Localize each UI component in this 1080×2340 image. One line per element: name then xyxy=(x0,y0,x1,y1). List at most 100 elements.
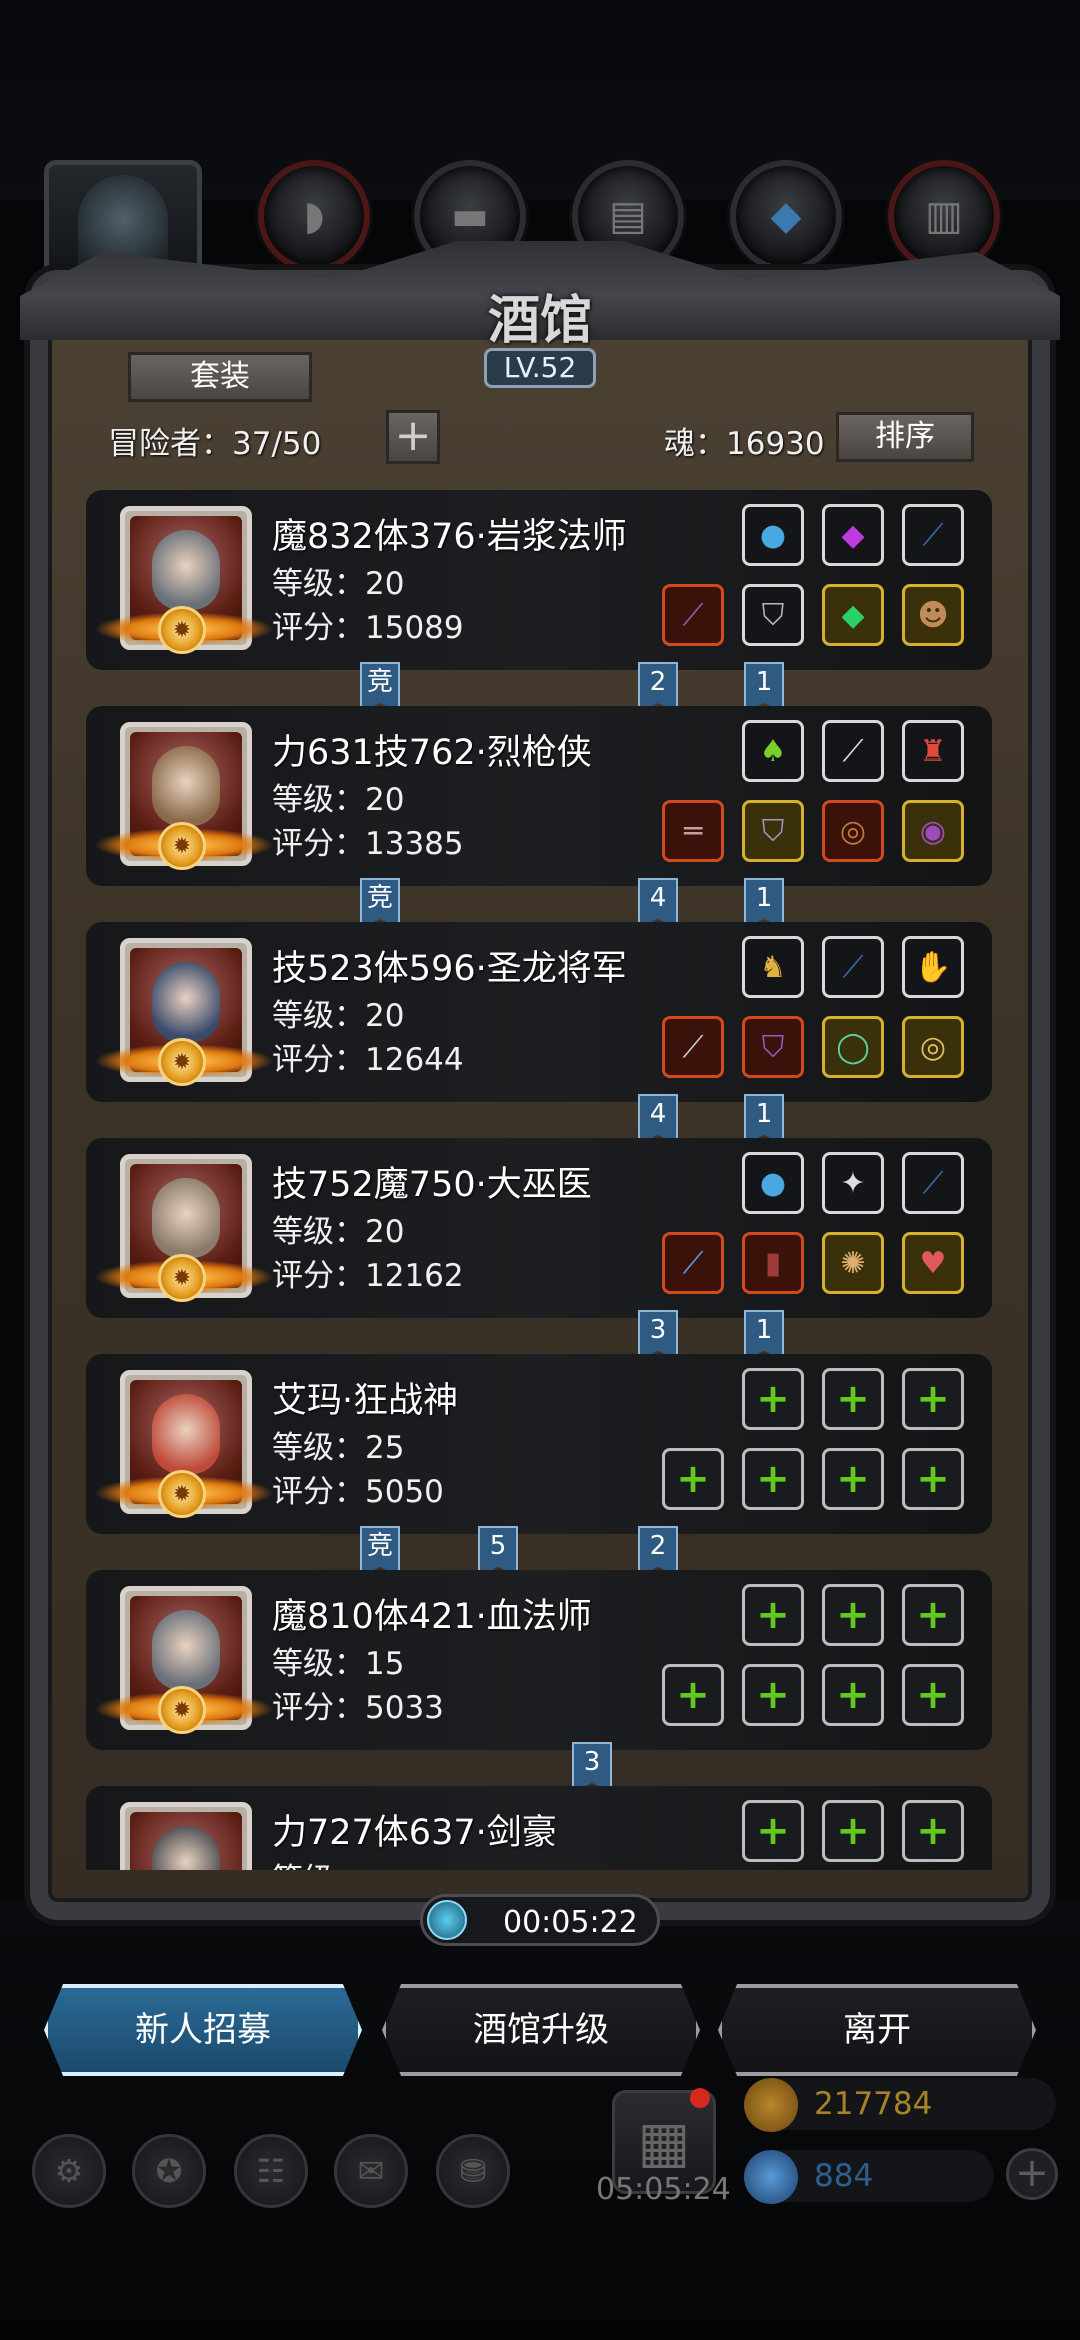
hero-row[interactable]: ✹ 魔810体421·血法师 等级：15 评分：5033 + + + + + + + xyxy=(86,1570,992,1750)
hero-score: 评分：12644 xyxy=(272,1042,464,1078)
equip-slot[interactable]: ● xyxy=(742,504,804,566)
empty-equip-slot[interactable]: + xyxy=(742,1664,804,1726)
empty-equip-slot[interactable]: + xyxy=(822,1664,884,1726)
gem-resource: 884 xyxy=(744,2150,994,2204)
stone-tab[interactable]: ▥ xyxy=(888,160,1000,272)
equip-slot[interactable]: ⟋ xyxy=(822,936,884,998)
empty-equip-slot[interactable]: + xyxy=(902,1368,964,1430)
equip-slot[interactable]: ♜ xyxy=(902,720,964,782)
equip-slot[interactable]: ⟋ xyxy=(662,1232,724,1294)
ring-icon: ◎ xyxy=(839,813,867,849)
equip-slot[interactable]: ⟋ xyxy=(902,504,964,566)
emerald-icon: ◆ xyxy=(841,597,865,633)
hero-face xyxy=(152,1394,220,1474)
equip-slot[interactable]: ⟋ xyxy=(662,1016,724,1078)
equip-slot[interactable]: ▮ xyxy=(742,1232,804,1294)
equip-slot[interactable]: ✺ xyxy=(822,1232,884,1294)
hero-row[interactable]: ✹ 力727体637·剑豪 等级： +++ xyxy=(86,1786,992,1870)
equip-slot[interactable]: ♥ xyxy=(902,1232,964,1294)
blue-orb-icon: ● xyxy=(759,1165,787,1201)
purple-gem-icon: ◆ xyxy=(841,517,865,553)
equip-slot[interactable]: ⟋ xyxy=(902,1152,964,1214)
empty-equip-slot[interactable]: + xyxy=(822,1448,884,1510)
empty-equip-slot[interactable]: + xyxy=(742,1800,804,1862)
page-title: 酒馆 xyxy=(487,290,592,351)
wood-icon: ▬ xyxy=(451,193,489,239)
empty-equip-slot[interactable]: + xyxy=(902,1448,964,1510)
rank-emblem-icon: ✹ xyxy=(158,606,206,654)
blue-orb-icon: ● xyxy=(759,517,787,553)
equip-slot[interactable]: ✋ xyxy=(902,936,964,998)
equip-slot[interactable]: ⛉ xyxy=(742,1016,804,1078)
upgrade-tavern-button[interactable]: 酒馆升级 xyxy=(382,1984,700,2076)
set-button[interactable]: 套装 xyxy=(128,352,312,402)
trophy-icon[interactable]: ✪ xyxy=(132,2134,206,2208)
equip-slot[interactable]: ◆ xyxy=(822,504,884,566)
leave-button[interactable]: 离开 xyxy=(718,1984,1036,2076)
add-equip-icon: + xyxy=(916,1376,950,1422)
empty-equip-slot[interactable]: + xyxy=(822,1800,884,1862)
equip-slot[interactable]: ◆ xyxy=(822,584,884,646)
add-equip-icon: + xyxy=(916,1672,950,1718)
equip-slot[interactable]: ♞ xyxy=(742,936,804,998)
equip-slot[interactable]: ◯ xyxy=(822,1016,884,1078)
trophy-icon: ♜ xyxy=(919,733,947,769)
empty-equip-slot[interactable]: + xyxy=(742,1368,804,1430)
empty-equip-slot[interactable]: + xyxy=(662,1664,724,1726)
hero-row[interactable]: ✹ 魔832体376·岩浆法师 等级：20 评分：15089 ● ◆ ⟋ ⟋ ⛉ ◆ ☻ xyxy=(86,490,992,670)
leather-armor-tab[interactable]: ◗ xyxy=(258,160,370,272)
hero-row[interactable]: ✹ 力631技762·烈枪侠 等级：20 评分：13385 ♠ ⟋ ♜ ═ ⛉ ◎ ◉ xyxy=(86,706,992,886)
equip-slot[interactable]: ⛉ xyxy=(742,800,804,862)
settings-icon[interactable]: ⚙ xyxy=(32,2134,106,2208)
sort-button[interactable]: 排序 xyxy=(836,412,974,462)
hero-row[interactable]: ✹ 技752魔750·大巫医 等级：20 评分：12162 ● ✦ ⟋ ⟋ ▮ ✺ ♥ xyxy=(86,1138,992,1318)
hero-name: 魔832体376·岩浆法师 xyxy=(272,517,627,557)
empty-equip-slot[interactable]: + xyxy=(742,1584,804,1646)
team-tag: 2 xyxy=(638,1526,678,1576)
mail-icon[interactable]: ✉ xyxy=(334,2134,408,2208)
add-gems-button[interactable]: + xyxy=(1006,2148,1058,2200)
hero-name: 技523体596·圣龙将军 xyxy=(272,949,627,989)
quest-icon[interactable]: ☷ xyxy=(234,2134,308,2208)
equip-slot[interactable]: ◎ xyxy=(902,1016,964,1078)
hero-list[interactable]: ✹ 魔832体376·岩浆法师 等级：20 评分：15089 ● ◆ ⟋ ⟋ ⛉ ◆ ☻ 竞 2… xyxy=(86,490,992,1870)
hero-score: 评分：15089 xyxy=(272,610,464,646)
add-slot-button[interactable]: + xyxy=(386,410,440,464)
equip-slot[interactable]: ✦ xyxy=(822,1152,884,1214)
hero-score: 评分：5050 xyxy=(272,1474,444,1510)
plate-armor-icon: ⛉ xyxy=(761,813,785,849)
gold-resource: 217784 xyxy=(744,2078,1056,2132)
sword-icon: ⟋ xyxy=(682,1029,704,1065)
empty-equip-slot[interactable]: + xyxy=(902,1584,964,1646)
hero-level: 等级：20 xyxy=(272,1214,405,1250)
empty-equip-slot[interactable]: + xyxy=(902,1800,964,1862)
hero-score: 评分：5033 xyxy=(272,1690,444,1726)
wand-icon: ⟋ xyxy=(682,1245,704,1281)
empty-equip-slot[interactable]: + xyxy=(822,1584,884,1646)
crystal-tab[interactable]: ◆ xyxy=(730,160,842,272)
hero-level: 等级：20 xyxy=(272,566,405,602)
empty-equip-slot[interactable]: + xyxy=(822,1368,884,1430)
recruit-button[interactable]: 新人招募 xyxy=(44,1984,362,2076)
hero-avatar[interactable] xyxy=(120,1802,252,1870)
hero-row[interactable]: ✹ 艾玛·狂战神 等级：25 评分：5050 + + + + + + + xyxy=(86,1354,992,1534)
empty-equip-slot[interactable]: + xyxy=(662,1448,724,1510)
equip-slot[interactable]: ☻ xyxy=(902,584,964,646)
team-tag: 4 xyxy=(638,1094,678,1144)
shop-icon[interactable]: ⛃ xyxy=(436,2134,510,2208)
hero-row[interactable]: ✹ 技523体596·圣龙将军 等级：20 评分：12644 ♞ ⟋ ✋ ⟋ ⛉ ◯ ◎ xyxy=(86,922,992,1102)
empty-equip-slot[interactable]: + xyxy=(742,1448,804,1510)
equip-slot[interactable]: ⟋ xyxy=(822,720,884,782)
soul-count: 魂：16930 xyxy=(664,426,825,462)
bow-icon: ⟋ xyxy=(922,517,944,553)
equip-slot[interactable]: ◉ xyxy=(902,800,964,862)
hero-level: 等级：15 xyxy=(272,1646,405,1682)
equip-slot[interactable]: ⟋ xyxy=(662,584,724,646)
empty-equip-slot[interactable]: + xyxy=(902,1664,964,1726)
equip-slot[interactable]: ⛉ xyxy=(742,584,804,646)
equip-slot[interactable]: ◎ xyxy=(822,800,884,862)
team-tag: 4 xyxy=(638,878,678,928)
equip-slot[interactable]: ● xyxy=(742,1152,804,1214)
equip-slot[interactable]: ═ xyxy=(662,800,724,862)
equip-slot[interactable]: ♠ xyxy=(742,720,804,782)
